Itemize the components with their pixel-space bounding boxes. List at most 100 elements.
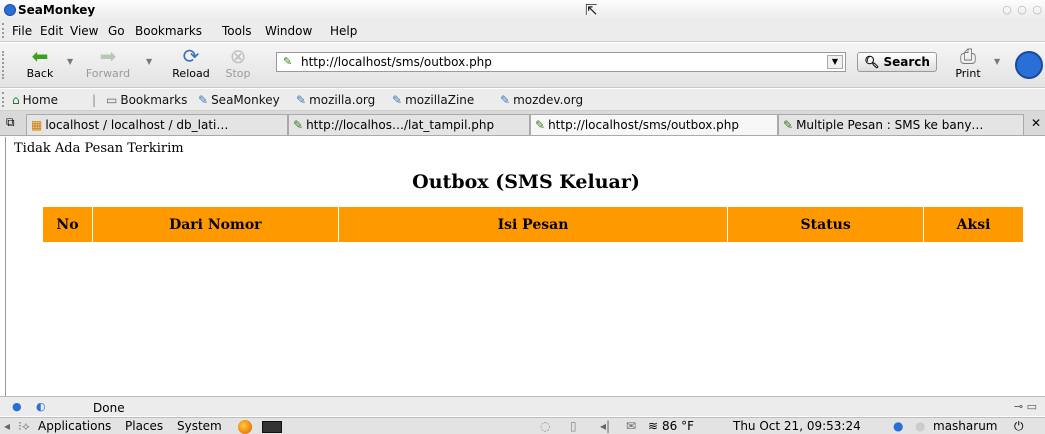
navigation-toolbar: ⬅ Back ▼ ➡ Forward ▼ ⟳ Reload ⊗ Stop ✎ h… <box>0 43 1045 88</box>
weather-icon: ≋ <box>648 419 659 433</box>
tab-lat-tampil[interactable]: ✎ http://localhos…/lat_tampil.php <box>288 114 530 135</box>
column-header-isi-pesan: Isi Pesan <box>337 206 729 243</box>
back-button[interactable]: ⬅ Back <box>20 45 60 85</box>
page-favicon-icon: ✎ <box>535 118 546 132</box>
home-icon: ⌂ <box>12 93 20 107</box>
tab-outbox[interactable]: ✎ http://localhost/sms/outbox.php <box>530 114 778 135</box>
menu-help[interactable]: Help <box>330 24 357 38</box>
back-label: Back <box>26 67 54 80</box>
tab-bar: ⧉ ▦ localhost / localhost / db_lati… ✎ htt… <box>0 111 1045 136</box>
column-header-aksi: Aksi <box>923 206 1024 243</box>
bookmark-bookmarks[interactable]: ▭ Bookmarks <box>106 93 187 107</box>
url-text[interactable]: http://localhost/sms/outbox.php <box>301 55 492 69</box>
url-history-dropdown-icon[interactable]: ▼ <box>827 55 843 69</box>
window-title: SeaMonkey <box>18 3 96 17</box>
site-icon: ✎ <box>283 55 293 68</box>
bookmark-mozillazine[interactable]: ✎ mozillaZine <box>392 93 474 107</box>
bookmarks-toolbar: ⌂ Home | ▭ Bookmarks ✎ SeaMonkey ✎ mozilla.o… <box>0 89 1045 111</box>
system-menu[interactable]: System <box>177 419 222 433</box>
back-arrow-icon: ⬅ <box>31 44 49 68</box>
page-favicon-icon: ✎ <box>293 118 304 132</box>
column-header-status: Status <box>727 206 925 243</box>
bookmark-link-icon: ✎ <box>392 93 403 107</box>
folder-icon: ▭ <box>106 93 118 107</box>
bookmark-seamonkey[interactable]: ✎ SeaMonkey <box>198 93 280 107</box>
page-favicon-icon: ✎ <box>783 118 794 132</box>
toolbar-grip[interactable] <box>2 92 7 107</box>
seamonkey-tray-icon[interactable]: ● <box>893 419 903 433</box>
wifi-icon[interactable]: ◌ <box>540 419 550 433</box>
bookmark-seamonkey-label: SeaMonkey <box>211 93 280 107</box>
phpmyadmin-favicon-icon: ▦ <box>31 118 43 132</box>
component-bar-icon[interactable]: ◐ <box>36 400 46 413</box>
panel-launcher-icon[interactable]: ⁝⟡ <box>18 419 30 434</box>
url-bar[interactable]: ✎ http://localhost/sms/outbox.php ▼ <box>276 52 846 72</box>
forward-arrow-icon: ➡ <box>99 44 117 68</box>
bookmark-home[interactable]: ⌂ Home <box>12 93 58 107</box>
no-messages-notice: Tidak Ada Pesan Terkirim <box>14 141 184 156</box>
column-header-dari-nomor: Dari Nomor <box>91 206 339 243</box>
tab-phpmyadmin[interactable]: ▦ localhost / localhost / db_lati… <box>26 114 288 135</box>
stop-button[interactable]: ⊗ Stop <box>220 45 256 85</box>
menu-bookmarks[interactable]: Bookmarks <box>135 24 202 38</box>
status-text: Done <box>93 401 125 415</box>
bookmark-mozilla[interactable]: ✎ mozilla.org <box>296 93 375 107</box>
user-name[interactable]: masharum <box>933 419 997 433</box>
bookmark-separator: | <box>92 93 97 107</box>
mail-icon[interactable]: ✉ <box>626 419 636 433</box>
forward-button[interactable]: ➡ Forward <box>85 45 131 85</box>
search-button[interactable]: 🔍︎ Search <box>857 52 937 72</box>
bookmark-bookmarks-label: Bookmarks <box>120 93 188 107</box>
reload-button[interactable]: ⟳ Reload <box>168 45 214 85</box>
mouse-cursor-icon: ⇱ <box>585 1 598 19</box>
table-header-row: No Dari Nomor Isi Pesan Status Aksi <box>42 206 1024 243</box>
online-status-icon[interactable]: ● <box>12 400 22 413</box>
menu-go[interactable]: Go <box>108 24 125 38</box>
seamonkey-throbber-icon[interactable] <box>1015 51 1043 79</box>
clock[interactable]: Thu Oct 21, 09:53:24 <box>733 419 861 433</box>
temperature[interactable]: 86 °F <box>662 419 694 433</box>
menu-window[interactable]: Window <box>265 24 312 38</box>
power-icon[interactable]: ⏻ <box>1014 419 1024 434</box>
window-controls[interactable]: ○ ○ ○ <box>1002 3 1043 16</box>
tab-multiple-pesan[interactable]: ✎ Multiple Pesan : SMS ke bany… <box>778 114 1024 135</box>
stop-label: Stop <box>225 67 251 80</box>
toolbar-grip[interactable] <box>2 51 7 79</box>
tab-label: http://localhos…/lat_tampil.php <box>306 118 495 132</box>
back-dropdown-icon[interactable]: ▼ <box>67 57 73 66</box>
search-label: Search <box>883 55 930 69</box>
bookmark-mozillazine-label: mozillaZine <box>405 93 475 107</box>
tab-label: Multiple Pesan : SMS ke bany… <box>796 118 984 132</box>
screenshot-launcher-icon[interactable] <box>262 419 282 433</box>
menu-file[interactable]: File <box>12 24 32 38</box>
menu-tools[interactable]: Tools <box>222 24 252 38</box>
tab-label: localhost / localhost / db_lati… <box>45 118 229 132</box>
stop-icon: ⊗ <box>229 44 247 68</box>
panel-left-arrow-icon[interactable]: ◂ <box>4 419 10 433</box>
bookmark-mozdev[interactable]: ✎ mozdev.org <box>500 93 583 107</box>
page-title: Outbox (SMS Keluar) <box>412 171 640 193</box>
bookmark-mozdev-label: mozdev.org <box>513 93 584 107</box>
print-label: Print <box>955 67 981 80</box>
volume-icon[interactable]: ◂| <box>600 419 610 433</box>
menu-edit[interactable]: Edit <box>40 24 63 38</box>
close-tab-icon[interactable]: ✕ <box>1031 116 1041 130</box>
new-tab-icon[interactable]: ⧉ <box>6 115 15 130</box>
print-dropdown-icon[interactable]: ▼ <box>994 57 1000 66</box>
places-menu[interactable]: Places <box>125 419 163 433</box>
printer-icon: ⎙ <box>960 44 976 68</box>
print-button[interactable]: ⎙ Print <box>948 45 988 85</box>
forward-label: Forward <box>85 67 131 80</box>
desktop-panel: ◂ ⁝⟡ Applications Places System ◌ ▯ ◂| ✉… <box>0 417 1045 434</box>
bookmark-link-icon: ✎ <box>198 93 209 107</box>
forward-dropdown-icon[interactable]: ▼ <box>146 57 152 66</box>
firefox-launcher-icon[interactable] <box>238 419 252 434</box>
status-bar: ● ◐ Done ⊸ ▭ <box>0 396 1045 416</box>
battery-icon[interactable]: ▯ <box>570 419 577 433</box>
applications-menu[interactable]: Applications <box>38 419 111 433</box>
tab-label: http://localhost/sms/outbox.php <box>548 118 739 132</box>
bookmark-home-label: Home <box>22 93 59 107</box>
toolbar-grip[interactable] <box>2 23 7 38</box>
menu-view[interactable]: View <box>70 24 98 38</box>
bookmark-mozilla-label: mozilla.org <box>309 93 376 107</box>
